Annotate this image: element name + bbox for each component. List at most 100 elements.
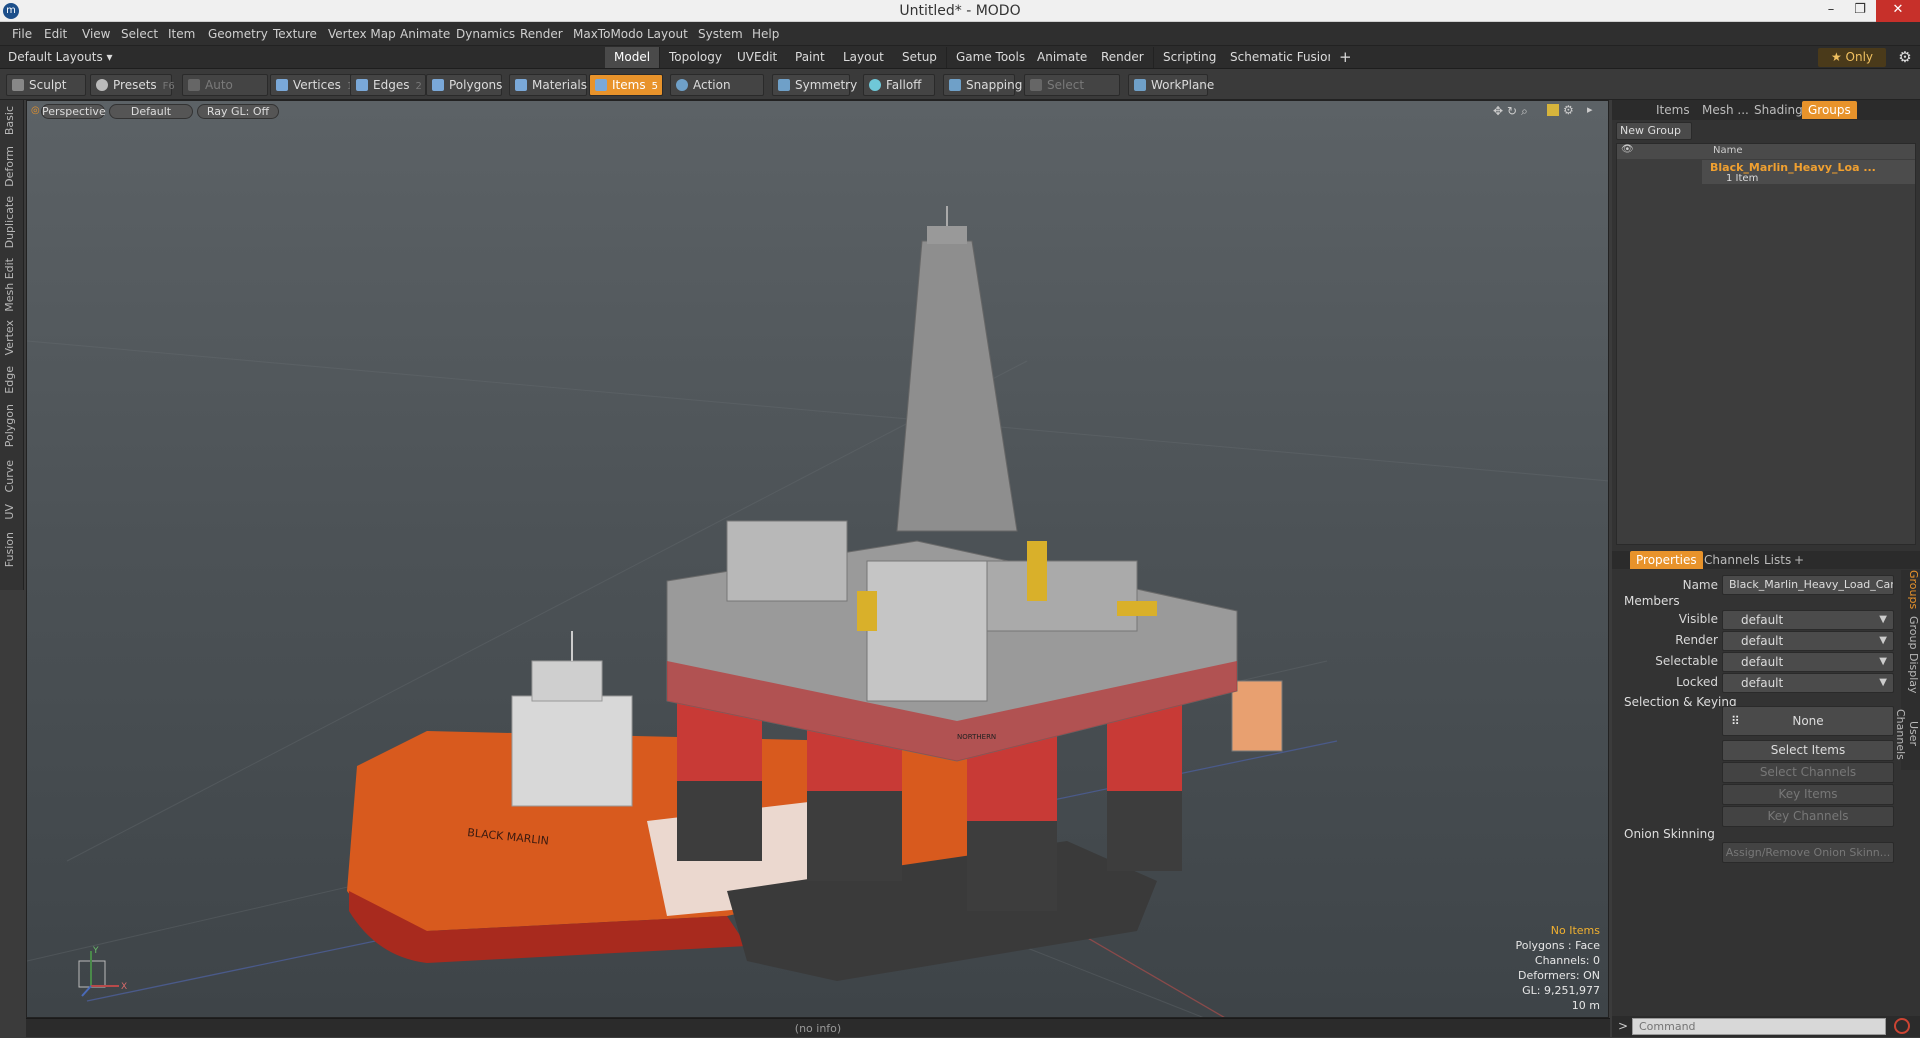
3d-viewport[interactable]: ◎ Perspective Default Ray GL: Off ✥↻⌕ ⚙ … bbox=[26, 100, 1609, 1018]
sculpt-button[interactable]: Sculpt bbox=[6, 74, 86, 96]
falloff-button[interactable]: Falloff bbox=[863, 74, 935, 96]
assign-onion-skin-button[interactable]: Assign/Remove Onion Skinn... bbox=[1722, 842, 1894, 863]
presets-button[interactable]: Presets F6 bbox=[90, 74, 175, 96]
tab-vertex[interactable]: Vertex bbox=[3, 320, 21, 355]
menu-geometry[interactable]: Geometry bbox=[208, 27, 268, 41]
key-channels-button[interactable]: Key Channels bbox=[1722, 806, 1894, 827]
menu-edit[interactable]: Edit bbox=[44, 27, 67, 41]
rig-derrick bbox=[896, 240, 1018, 532]
tab-game-tools[interactable]: Game Tools bbox=[947, 47, 1036, 68]
tab-deform[interactable]: Deform bbox=[3, 146, 21, 187]
menu-vertex-map[interactable]: Vertex Map bbox=[328, 27, 396, 41]
command-input[interactable] bbox=[1632, 1018, 1886, 1035]
tab-model[interactable]: Model bbox=[605, 47, 661, 68]
auto-select-button[interactable]: Auto Select bbox=[182, 74, 268, 113]
menu-file[interactable]: File bbox=[12, 27, 32, 41]
materials-button[interactable]: Materials bbox=[509, 74, 587, 96]
members-section[interactable]: Members bbox=[1624, 594, 1680, 608]
action-center-button[interactable]: Action Center bbox=[670, 74, 764, 113]
symmetry-button[interactable]: Symmetry bbox=[772, 74, 857, 96]
eye-icon: 👁 bbox=[1621, 144, 1634, 155]
items-label: Items bbox=[612, 78, 646, 92]
workplane-button[interactable]: WorkPlane bbox=[1128, 74, 1214, 96]
select-through-button[interactable]: Select Through bbox=[1024, 74, 1120, 113]
tab-animate[interactable]: Animate bbox=[1028, 47, 1098, 68]
select-items-button[interactable]: Select Items bbox=[1722, 740, 1894, 761]
minimize-button[interactable]: – bbox=[1817, 0, 1845, 22]
selectable-dropdown[interactable]: default ▼ bbox=[1722, 652, 1894, 672]
snapping-button[interactable]: Snapping bbox=[943, 74, 1022, 96]
name-field[interactable]: Black_Marlin_Heavy_Load_Carrie bbox=[1722, 575, 1894, 595]
tab-items[interactable]: Items bbox=[1650, 101, 1696, 119]
menu-texture[interactable]: Texture bbox=[273, 27, 317, 41]
tab-mesh-edit[interactable]: Mesh Edit bbox=[3, 258, 21, 312]
menu-layout[interactable]: Layout bbox=[647, 27, 688, 41]
side-tab-groups[interactable]: Groups bbox=[1902, 570, 1920, 609]
tab-setup[interactable]: Setup bbox=[893, 47, 947, 68]
tab-curve[interactable]: Curve bbox=[3, 460, 21, 492]
maximize-button[interactable]: ❐ bbox=[1846, 0, 1874, 22]
selection-keying-section[interactable]: Selection & Keying bbox=[1624, 695, 1737, 709]
close-button[interactable]: ✕ bbox=[1876, 0, 1920, 22]
polygons-button[interactable]: Polygons bbox=[426, 74, 502, 96]
tab-paint[interactable]: Paint bbox=[786, 47, 835, 68]
tab-uv[interactable]: UV bbox=[3, 504, 21, 520]
tab-uvedit[interactable]: UVEdit bbox=[728, 47, 788, 68]
menu-dynamics[interactable]: Dynamics bbox=[456, 27, 515, 41]
vertices-button[interactable]: Vertices1 bbox=[270, 74, 353, 96]
render-label: Render bbox=[1675, 633, 1718, 647]
menu-render[interactable]: Render bbox=[520, 27, 563, 41]
tab-shading[interactable]: Shading bbox=[1748, 101, 1809, 119]
onion-skinning-section[interactable]: Onion Skinning bbox=[1624, 827, 1715, 841]
menu-maxtomodo[interactable]: MaxToModo bbox=[573, 27, 643, 41]
tab-topology[interactable]: Topology bbox=[660, 47, 732, 68]
tab-mesh[interactable]: Mesh ... bbox=[1696, 101, 1755, 119]
tab-render[interactable]: Render bbox=[1092, 47, 1154, 68]
tab-duplicate[interactable]: Duplicate bbox=[3, 196, 21, 248]
tab-properties[interactable]: Properties bbox=[1630, 551, 1703, 569]
edges-button[interactable]: Edges 2 bbox=[350, 74, 426, 96]
group-row[interactable]: Black_Marlin_Heavy_Loa ... 1 Item bbox=[1702, 160, 1915, 184]
materials-label: Materials bbox=[532, 78, 588, 92]
tab-fusion[interactable]: Fusion bbox=[3, 532, 21, 567]
tab-groups[interactable]: Groups bbox=[1802, 101, 1857, 119]
status-bar: (no info) bbox=[26, 1018, 1610, 1037]
polygons-label: Polygons bbox=[449, 78, 503, 92]
tab-edge[interactable]: Edge bbox=[3, 366, 21, 394]
falloff-label: Falloff bbox=[886, 78, 922, 92]
only-button[interactable]: ★ Only bbox=[1818, 48, 1886, 67]
key-items-button[interactable]: Key Items bbox=[1722, 784, 1894, 805]
locked-dropdown[interactable]: default ▼ bbox=[1722, 673, 1894, 693]
groups-list-header: Name 👁 bbox=[1617, 144, 1915, 159]
record-icon[interactable] bbox=[1894, 1018, 1910, 1034]
tab-channels[interactable]: Channels bbox=[1698, 551, 1766, 569]
menu-help[interactable]: Help bbox=[752, 27, 779, 41]
sculpt-label: Sculpt bbox=[29, 78, 67, 92]
layouts-dropdown[interactable]: Default Layouts ▾ bbox=[8, 50, 113, 64]
window-title: Untitled* - MODO bbox=[899, 3, 1021, 19]
tab-scripting[interactable]: Scripting bbox=[1154, 47, 1227, 68]
tab-layout[interactable]: Layout bbox=[834, 47, 894, 68]
side-tab-user-channels[interactable]: User Channels bbox=[1894, 698, 1920, 770]
add-props-tab-button[interactable]: + bbox=[1788, 551, 1810, 569]
menu-system[interactable]: System bbox=[698, 27, 743, 41]
new-group-button[interactable]: New Group bbox=[1616, 122, 1692, 140]
tab-basic[interactable]: Basic bbox=[3, 106, 21, 135]
items-button[interactable]: Items 5 bbox=[589, 74, 663, 96]
menu-animate[interactable]: Animate bbox=[400, 27, 450, 41]
presets-icon bbox=[96, 79, 108, 91]
side-tab-group-display[interactable]: Group Display bbox=[1902, 616, 1920, 694]
tab-polygon[interactable]: Polygon bbox=[3, 404, 21, 447]
gear-icon[interactable]: ⚙ bbox=[1895, 48, 1915, 67]
selection-set-button[interactable]: ⠿ None bbox=[1722, 706, 1894, 736]
hud-scale: 10 m bbox=[1571, 999, 1600, 1012]
tab-schematic-fusion[interactable]: Schematic Fusion bbox=[1221, 47, 1346, 68]
add-tab-button[interactable]: + bbox=[1330, 47, 1361, 68]
menu-select[interactable]: Select bbox=[121, 27, 158, 41]
visible-dropdown[interactable]: default ▼ bbox=[1722, 610, 1894, 630]
select-channels-button[interactable]: Select Channels bbox=[1722, 762, 1894, 783]
hud-deformers: Deformers: ON bbox=[1518, 969, 1600, 982]
render-dropdown[interactable]: default ▼ bbox=[1722, 631, 1894, 651]
menu-item[interactable]: Item bbox=[168, 27, 195, 41]
menu-view[interactable]: View bbox=[82, 27, 110, 41]
